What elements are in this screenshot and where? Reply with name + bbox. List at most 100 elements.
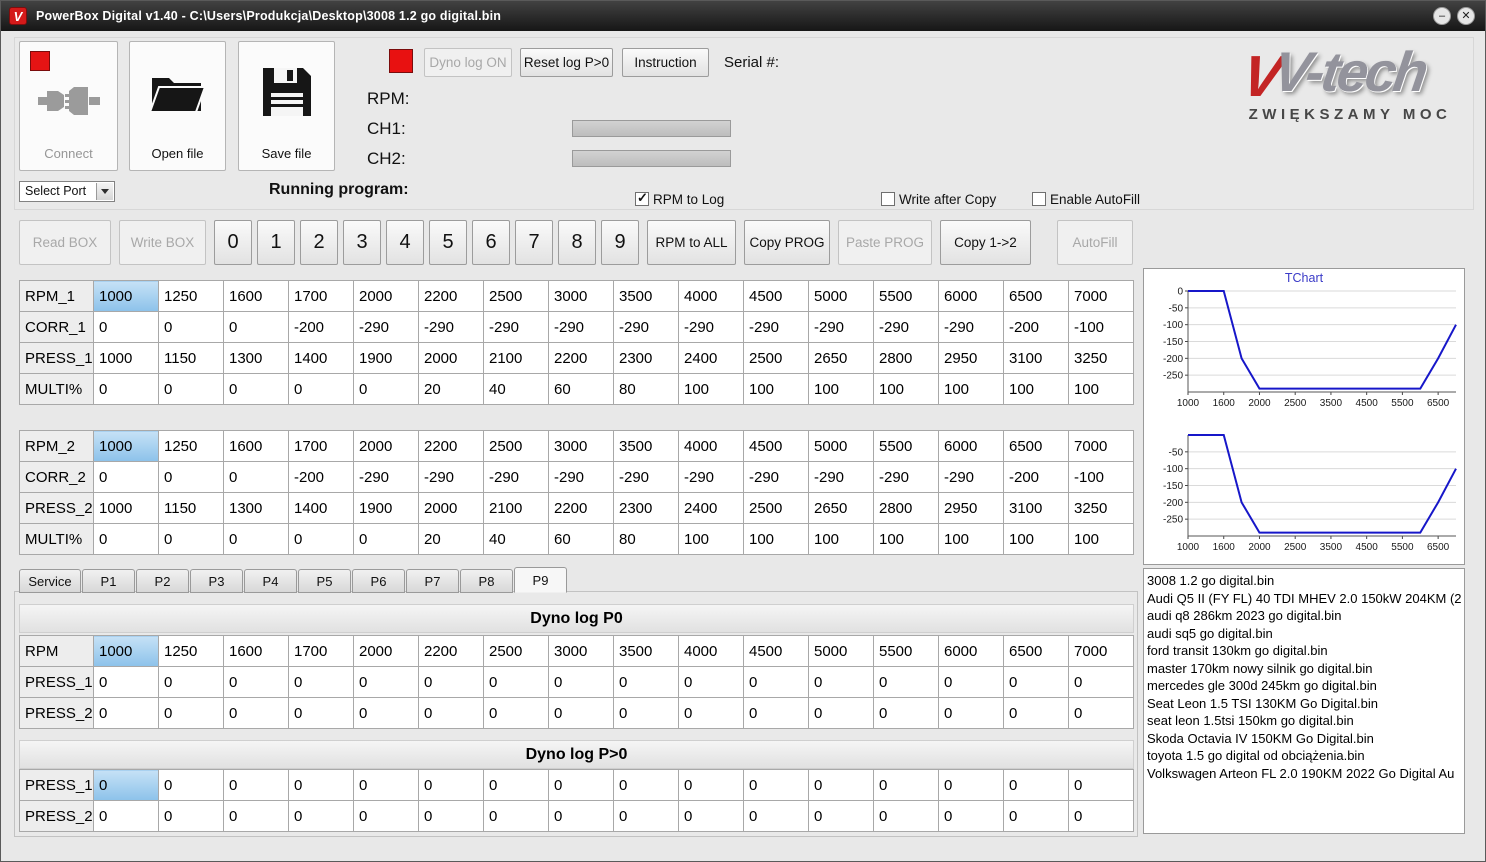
table-cell[interactable]: 4000: [678, 635, 744, 667]
table-cell[interactable]: 0: [548, 666, 614, 698]
table-cell[interactable]: 2000: [353, 430, 419, 462]
list-item[interactable]: master 170km nowy silnik go digital.bin: [1147, 660, 1464, 678]
table-cell[interactable]: 0: [158, 373, 224, 405]
digit-button-9[interactable]: 9: [601, 220, 639, 265]
table-cell[interactable]: 4500: [743, 430, 809, 462]
table-cell[interactable]: 100: [678, 523, 744, 555]
table-cell[interactable]: -290: [808, 461, 874, 493]
table-cell[interactable]: 0: [223, 800, 289, 832]
table-cell[interactable]: 0: [613, 800, 679, 832]
table-cell[interactable]: 0: [483, 769, 549, 801]
table-cell[interactable]: 0: [158, 666, 224, 698]
table-cell[interactable]: 0: [93, 311, 159, 343]
table-cell[interactable]: 0: [418, 697, 484, 729]
table-cell[interactable]: 3000: [548, 430, 614, 462]
table-cell[interactable]: 40: [483, 373, 549, 405]
table-cell[interactable]: -290: [613, 461, 679, 493]
list-item[interactable]: mercedes gle 300d 245km go digital.bin: [1147, 677, 1464, 695]
list-item[interactable]: audi sq5 go digital.bin: [1147, 625, 1464, 643]
table-cell[interactable]: -200: [1003, 311, 1069, 343]
table-cell[interactable]: 2400: [678, 342, 744, 374]
table-cell[interactable]: 6500: [1003, 635, 1069, 667]
table-cell[interactable]: 0: [223, 311, 289, 343]
table-cell[interactable]: 7000: [1068, 280, 1134, 312]
table-cell[interactable]: 1000: [93, 635, 159, 667]
table-cell[interactable]: 100: [678, 373, 744, 405]
open-file-button[interactable]: Open file: [129, 41, 226, 171]
table-cell[interactable]: -290: [548, 311, 614, 343]
table-cell[interactable]: 0: [938, 697, 1004, 729]
table-cell[interactable]: 0: [613, 769, 679, 801]
rpm-to-log-checkbox[interactable]: [635, 190, 649, 206]
table-cell[interactable]: 0: [483, 666, 549, 698]
table-cell[interactable]: 0: [223, 373, 289, 405]
table-cell[interactable]: 0: [1068, 769, 1134, 801]
table-cell[interactable]: 0: [743, 697, 809, 729]
table-cell[interactable]: 0: [808, 769, 874, 801]
digit-button-1[interactable]: 1: [257, 220, 295, 265]
tab-p2[interactable]: P2: [136, 569, 189, 593]
list-item[interactable]: seat leon 1.5tsi 150km go digital.bin: [1147, 712, 1464, 730]
table-cell[interactable]: 2950: [938, 492, 1004, 524]
table-cell[interactable]: 60: [548, 523, 614, 555]
tab-p8[interactable]: P8: [460, 569, 513, 593]
write-after-copy-checkbox[interactable]: [881, 192, 895, 206]
table-cell[interactable]: 0: [1003, 800, 1069, 832]
table-cell[interactable]: -200: [1003, 461, 1069, 493]
table-cell[interactable]: 100: [1068, 523, 1134, 555]
write-box-button[interactable]: Write BOX: [119, 220, 206, 265]
table-cell[interactable]: -290: [353, 311, 419, 343]
tab-p4[interactable]: P4: [244, 569, 297, 593]
table-cell[interactable]: -290: [418, 311, 484, 343]
table-cell[interactable]: 0: [613, 697, 679, 729]
table-cell[interactable]: 0: [483, 800, 549, 832]
table-cell[interactable]: 100: [808, 523, 874, 555]
table-cell[interactable]: 1000: [93, 430, 159, 462]
table-cell[interactable]: 100: [873, 523, 939, 555]
table-cell[interactable]: -290: [483, 311, 549, 343]
close-button[interactable]: ✕: [1457, 7, 1475, 25]
digit-button-8[interactable]: 8: [558, 220, 596, 265]
table-cell[interactable]: 0: [1068, 666, 1134, 698]
table-cell[interactable]: 1600: [223, 280, 289, 312]
table-cell[interactable]: 0: [678, 800, 744, 832]
table-cell[interactable]: 60: [548, 373, 614, 405]
table-cell[interactable]: 2500: [483, 280, 549, 312]
table-cell[interactable]: 4500: [743, 280, 809, 312]
tab-p5[interactable]: P5: [298, 569, 351, 593]
table-cell[interactable]: 3000: [548, 280, 614, 312]
table-cell[interactable]: -290: [743, 461, 809, 493]
table-cell[interactable]: 5000: [808, 635, 874, 667]
table-cell[interactable]: 0: [353, 697, 419, 729]
table-cell[interactable]: 0: [93, 800, 159, 832]
table-cell[interactable]: 2500: [483, 635, 549, 667]
list-item[interactable]: toyota 1.5 go digital od obciążenia.bin: [1147, 747, 1464, 765]
table-cell[interactable]: -290: [808, 311, 874, 343]
digit-button-3[interactable]: 3: [343, 220, 381, 265]
table-cell[interactable]: 5500: [873, 430, 939, 462]
table-cell[interactable]: 1600: [223, 635, 289, 667]
table-cell[interactable]: 0: [938, 769, 1004, 801]
table-cell[interactable]: 1000: [93, 492, 159, 524]
table-cell[interactable]: 3500: [613, 635, 679, 667]
table-cell[interactable]: 0: [158, 769, 224, 801]
table-cell[interactable]: 1400: [288, 342, 354, 374]
digit-button-2[interactable]: 2: [300, 220, 338, 265]
tab-p9[interactable]: P9: [514, 567, 567, 593]
table-cell[interactable]: 3000: [548, 635, 614, 667]
table-cell[interactable]: 100: [743, 523, 809, 555]
table-cell[interactable]: 1700: [288, 635, 354, 667]
table-cell[interactable]: 0: [938, 800, 1004, 832]
digit-button-6[interactable]: 6: [472, 220, 510, 265]
table-cell[interactable]: 6000: [938, 430, 1004, 462]
table-cell[interactable]: 0: [873, 769, 939, 801]
table-cell[interactable]: 0: [808, 697, 874, 729]
rpm-to-all-button[interactable]: RPM to ALL: [647, 220, 736, 265]
table-cell[interactable]: 0: [743, 666, 809, 698]
table-cell[interactable]: 0: [223, 523, 289, 555]
table-cell[interactable]: 40: [483, 523, 549, 555]
table-cell[interactable]: 1900: [353, 342, 419, 374]
tab-p6[interactable]: P6: [352, 569, 405, 593]
table-cell[interactable]: 1900: [353, 492, 419, 524]
table-cell[interactable]: 0: [158, 800, 224, 832]
